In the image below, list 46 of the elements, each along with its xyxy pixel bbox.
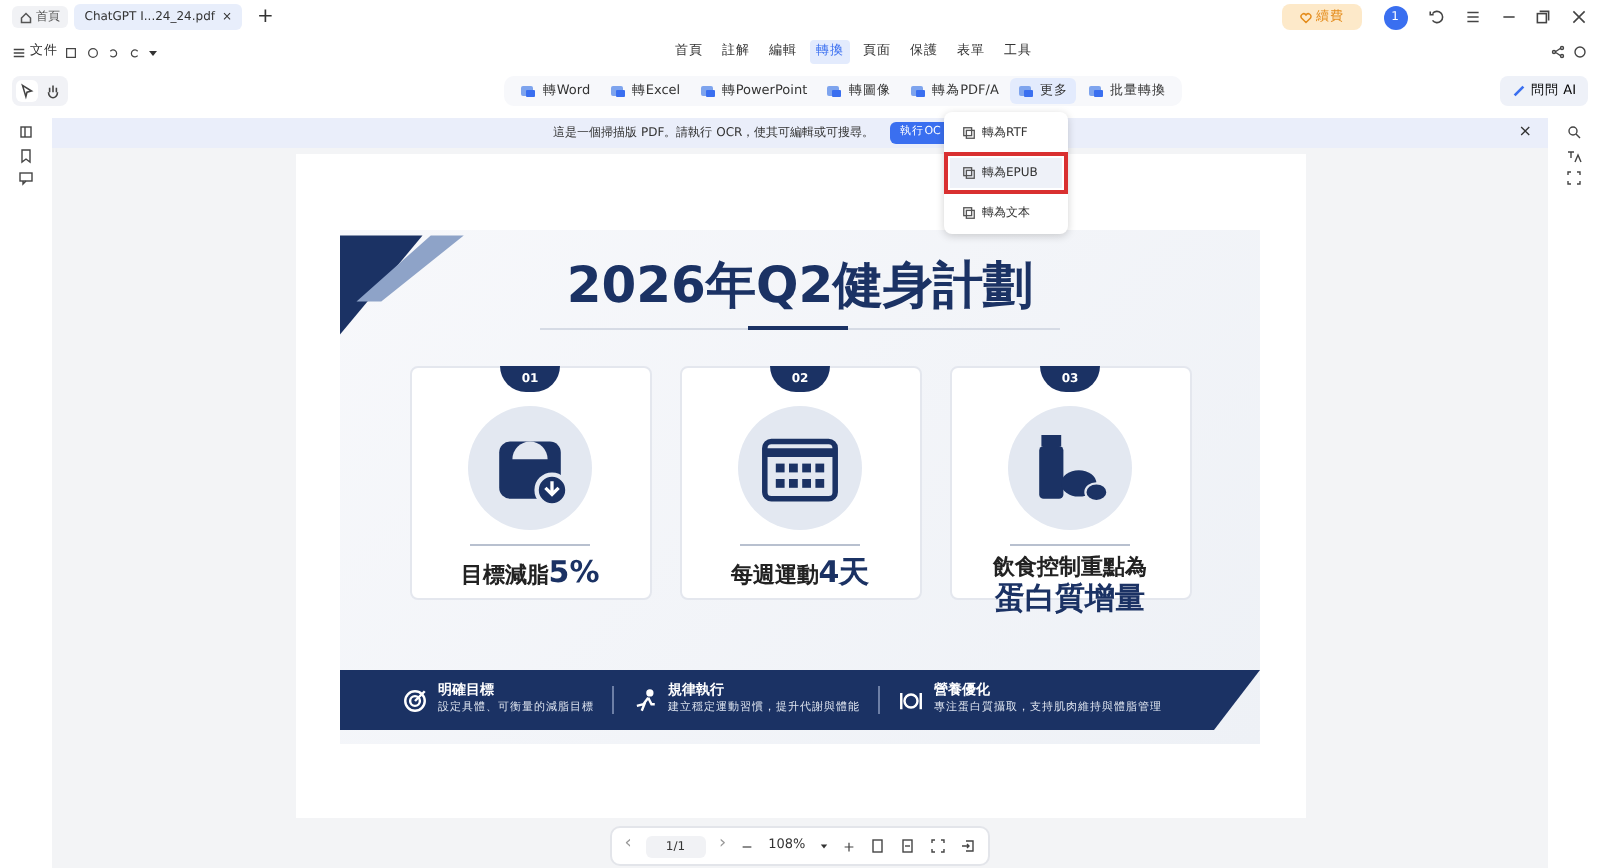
- document-icon: [520, 84, 537, 98]
- comment-icon[interactable]: [18, 170, 34, 186]
- menu-icon[interactable]: [1463, 8, 1482, 26]
- cursor-icon[interactable]: [18, 82, 36, 100]
- copy-icon: [962, 126, 976, 140]
- heart-icon: [1300, 11, 1313, 23]
- fit-page-icon[interactable]: [869, 838, 886, 854]
- share-icon[interactable]: [1549, 44, 1565, 60]
- fit-width-icon[interactable]: [899, 838, 916, 854]
- caret-icon[interactable]: [148, 47, 159, 57]
- undo-icon[interactable]: [106, 45, 121, 59]
- home-icon: [20, 11, 32, 23]
- goal-text: 飲食控制重點為: [991, 554, 1149, 581]
- document-icon: [826, 84, 843, 98]
- copy-icon: [962, 166, 976, 180]
- hand-icon[interactable]: [43, 82, 62, 100]
- fullscreen-icon[interactable]: [929, 838, 946, 854]
- translate-icon[interactable]: [1566, 147, 1582, 163]
- plate-icon: [898, 687, 924, 713]
- document-icon: [1018, 84, 1035, 98]
- refresh-icon[interactable]: [1428, 8, 1446, 26]
- goal-text: 目標減脂5%: [458, 554, 602, 590]
- document-icon: [910, 84, 927, 98]
- document-icon: [1087, 84, 1104, 98]
- close-icon[interactable]: [1570, 8, 1588, 26]
- target-icon: [402, 687, 428, 713]
- zoom-in-icon[interactable]: [841, 839, 856, 853]
- document-icon: [699, 84, 716, 98]
- copy-icon: [962, 206, 976, 220]
- panel-icon[interactable]: [18, 124, 34, 140]
- redo-icon[interactable]: [127, 45, 142, 59]
- caret-icon[interactable]: [819, 842, 828, 850]
- document-icon: [609, 84, 626, 98]
- menu-icon: [12, 45, 26, 59]
- search-icon[interactable]: [1566, 124, 1582, 140]
- pen-icon: [1511, 84, 1526, 98]
- goal-text: 每週運動4天: [728, 554, 872, 590]
- new-tab-button[interactable]: +: [257, 2, 274, 32]
- restore-icon[interactable]: [1534, 8, 1553, 26]
- runner-icon: [632, 687, 658, 713]
- bookmark-icon[interactable]: [18, 147, 34, 163]
- goal-text: 蛋白質增量: [993, 580, 1147, 617]
- scan-icon[interactable]: [1566, 170, 1582, 186]
- exit-icon[interactable]: [959, 838, 976, 854]
- close-banner-button[interactable]: ×: [1518, 120, 1532, 144]
- slide-title: 2026年Q2健身計劃: [564, 256, 1036, 316]
